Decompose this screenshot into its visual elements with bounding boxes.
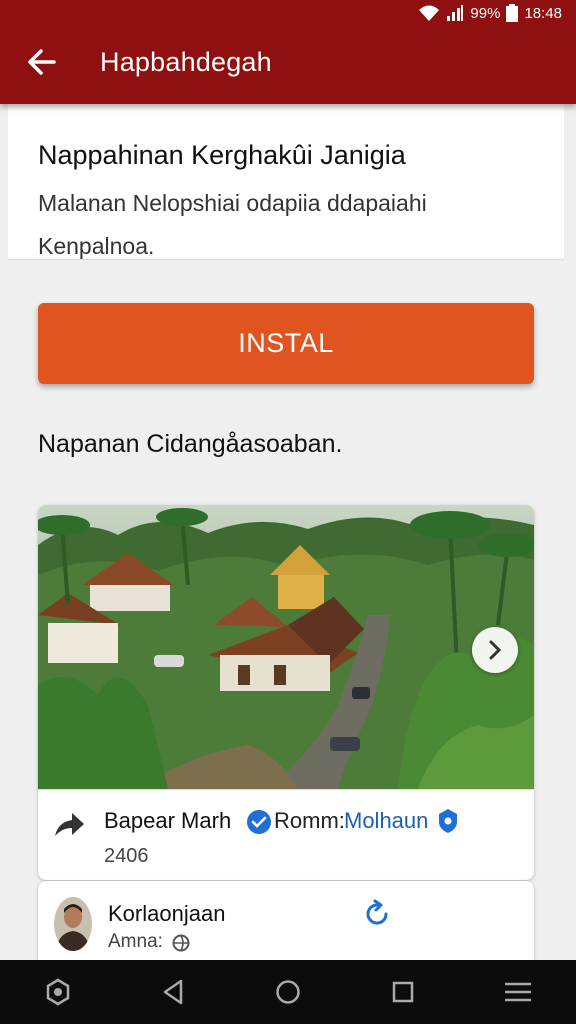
user-subtitle: Amna:: [108, 931, 163, 952]
share-icon[interactable]: [52, 810, 86, 840]
assistant-button[interactable]: [30, 964, 86, 1020]
wifi-icon: [418, 4, 440, 22]
nav-back-button[interactable]: [145, 964, 201, 1020]
navigation-bar: [0, 960, 576, 1024]
menu-button[interactable]: [490, 964, 546, 1020]
refresh-icon[interactable]: [362, 899, 392, 929]
next-image-button[interactable]: [472, 627, 518, 673]
status-bar: 99% 18:48: [418, 2, 562, 24]
app-bar: 99% 18:48 Hapbahdegah: [0, 0, 576, 104]
arrow-left-icon: [28, 49, 56, 75]
battery-level: 99%: [470, 4, 501, 22]
battery-icon: [506, 4, 519, 22]
media-card[interactable]: Bapear Marh Romm: Molhaun 2406: [38, 505, 534, 880]
recents-icon: [392, 981, 414, 1003]
from-label: Romm:: [274, 808, 345, 833]
globe-icon: [172, 934, 190, 952]
signal-icon: [446, 4, 464, 22]
assistant-icon: [46, 978, 69, 1006]
nav-back-icon: [163, 979, 183, 1005]
home-button[interactable]: [260, 964, 316, 1020]
chevron-right-icon: [489, 640, 502, 660]
from-link[interactable]: Molhaun: [344, 808, 428, 834]
user-name: Korlaonjaan: [108, 901, 226, 926]
section-text: Napanan Cidangåasoaban.: [38, 430, 343, 458]
media-footer: Bapear Marh Romm: Molhaun 2406: [38, 789, 534, 880]
back-button[interactable]: [14, 34, 70, 90]
header-title: Nappahinan Kerghakûi Janigia: [38, 140, 406, 170]
village-photo[interactable]: [38, 505, 534, 789]
header-card: Nappahinan Kerghakûi Janigia Malanan Nel…: [8, 104, 564, 260]
toolbar: Hapbahdegah: [0, 30, 576, 94]
install-button[interactable]: INSTAL: [38, 303, 534, 384]
content: Nappahinan Kerghakûi Janigia Malanan Nel…: [0, 104, 576, 960]
menu-icon: [505, 982, 532, 1002]
user-card[interactable]: Korlaonjaan Amna:: [38, 881, 534, 960]
clock: 18:48: [524, 4, 562, 22]
page-title: Hapbahdegah: [100, 46, 272, 77]
post-count: 2406: [104, 845, 149, 867]
header-description: Malanan Nelopshiai odapiia ddapaiahi Ken…: [38, 190, 427, 259]
avatar[interactable]: [54, 897, 92, 951]
shield-icon: [439, 809, 457, 833]
post-author: Bapear Marh: [104, 808, 232, 833]
home-icon: [276, 980, 300, 1004]
recents-button[interactable]: [375, 964, 431, 1020]
verified-icon: [247, 810, 271, 834]
